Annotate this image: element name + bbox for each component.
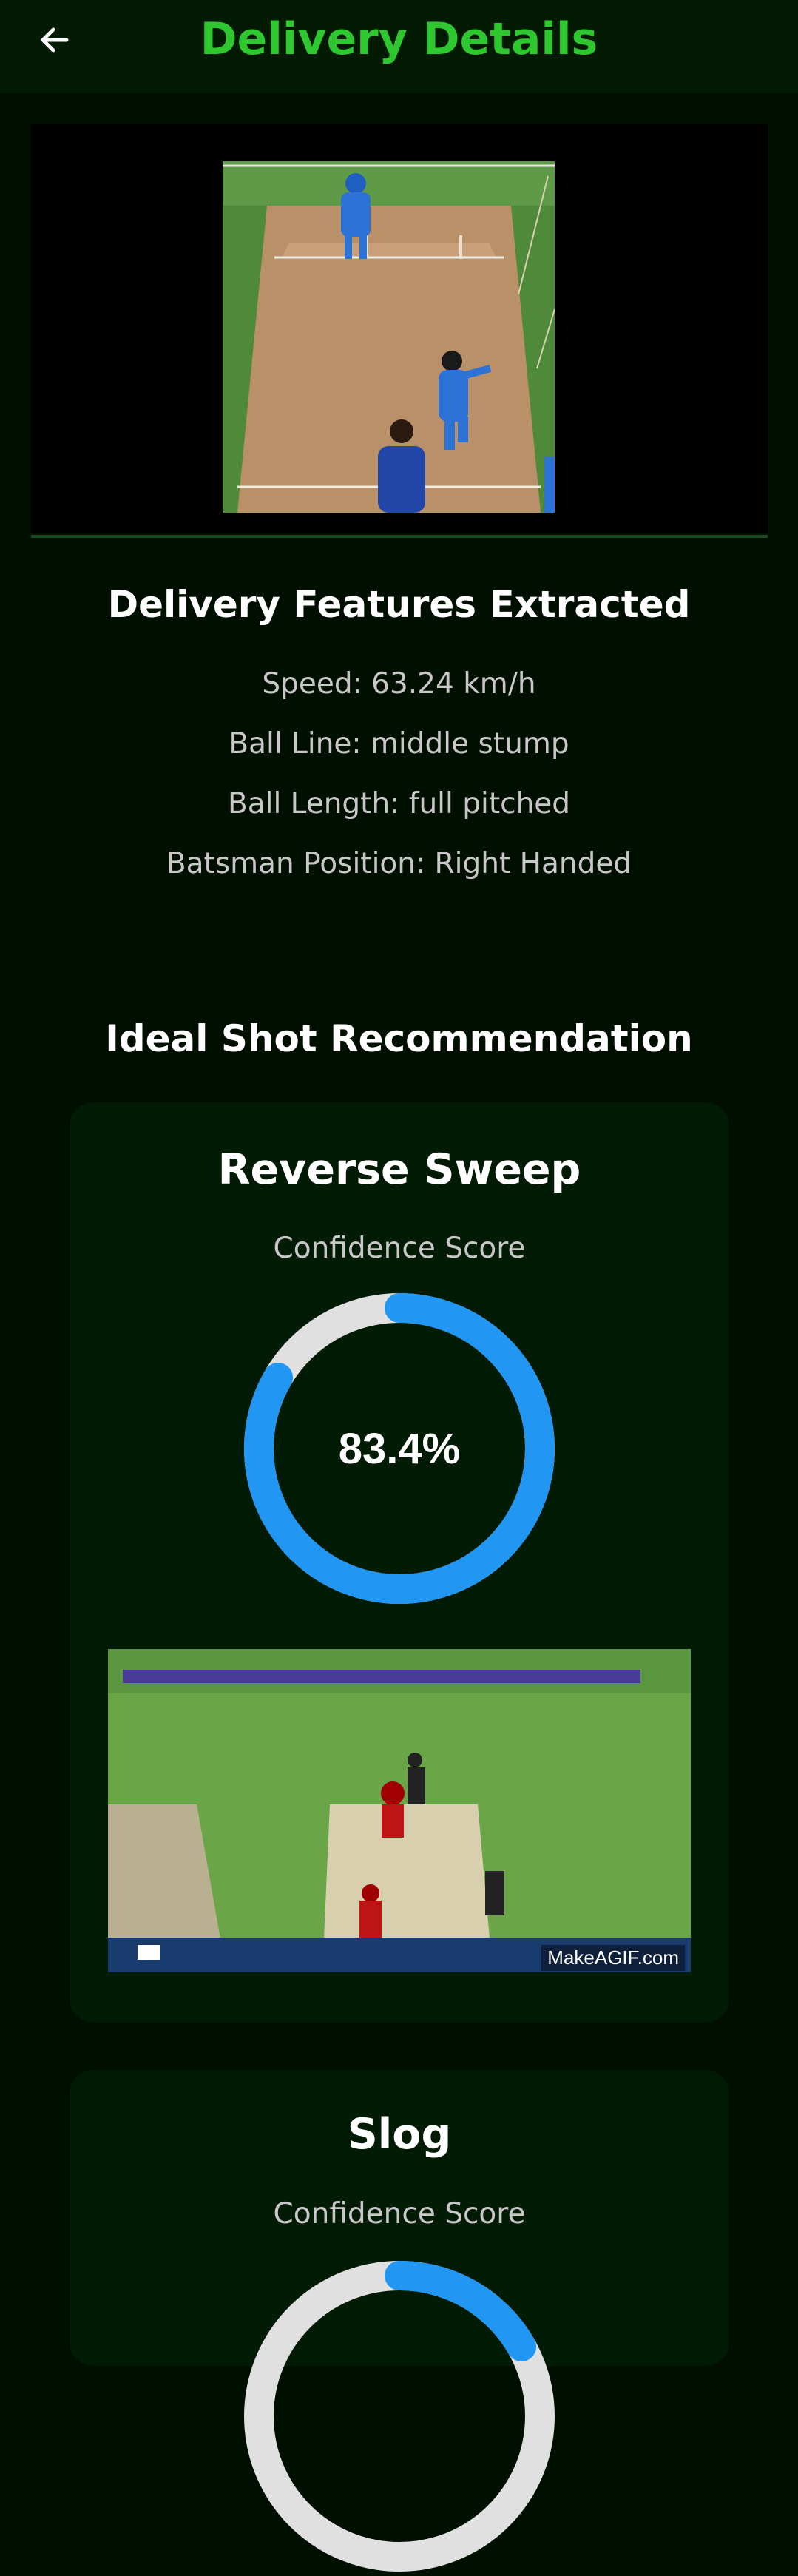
delivery-video-frame: [223, 161, 555, 513]
shot-name: Reverse Sweep: [217, 1145, 581, 1194]
shot-demo-gif: MakeAGIF.com: [108, 1649, 691, 1972]
confidence-gauge: [243, 2259, 556, 2573]
feature-speed: Speed: 63.24 km/h: [262, 667, 536, 701]
feature-ball-line: Ball Line: middle stump: [229, 727, 569, 761]
feature-ball-length: Ball Length: full pitched: [227, 787, 571, 820]
app-bar: Delivery Details: [0, 0, 798, 93]
shot-name: Slog: [347, 2110, 452, 2159]
page-title: Delivery Details: [200, 13, 598, 65]
features-heading: Delivery Features Extracted: [107, 583, 691, 626]
shot-card-reverse-sweep: Reverse Sweep Confidence Score 83.4% Mak…: [70, 1102, 729, 2023]
feature-batsman-position: Batsman Position: Right Handed: [166, 847, 632, 880]
shot-card-slog: Slog Confidence Score: [70, 2070, 729, 2572]
confidence-label: Confidence Score: [273, 2197, 526, 2231]
recommendation-heading: Ideal Shot Recommendation: [105, 1017, 693, 1060]
divider: [31, 535, 768, 538]
gif-watermark: MakeAGIF.com: [541, 1945, 685, 1971]
confidence-label: Confidence Score: [273, 1232, 526, 1265]
confidence-value: 83.4%: [338, 1424, 461, 1473]
confidence-gauge: 83.4%: [243, 1292, 556, 1605]
